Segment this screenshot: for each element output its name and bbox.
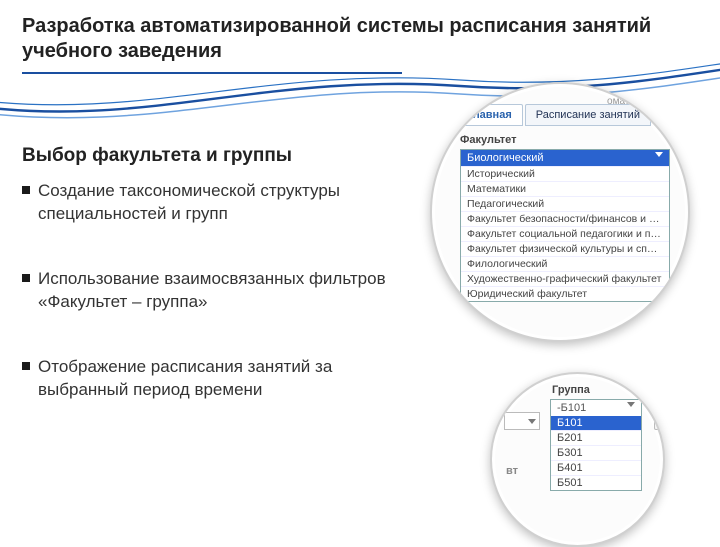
bullet-text: Создание таксономической структуры специ… [38,180,402,226]
faculty-selected: Биологический [467,152,544,164]
faculty-option[interactable]: Факультет физической культуры и спорта [461,241,669,256]
faculty-option[interactable]: Исторический [461,166,669,181]
bullet-text: Использование взаимосвязанных фильтров «… [38,268,402,314]
bullet-square-icon [22,362,30,370]
bullet-list: Создание таксономической структуры специ… [22,180,402,444]
faculty-dropdown[interactable]: Биологический Исторический Математики Пе… [460,149,670,302]
tab-schedule[interactable]: Расписание занятий [525,104,651,126]
faculty-option[interactable]: Юридический факультет [461,286,669,301]
bullet-text: Отображение расписания занятий за выбран… [38,356,402,402]
list-item: Создание таксономической структуры специ… [22,180,402,226]
list-item: Использование взаимосвязанных фильтров «… [22,268,402,314]
magnifier-faculty: оматизированная сист Главная Расписание … [430,82,690,342]
group-options[interactable]: Б201 Б301 Б401 Б501 [551,430,641,490]
faculty-option[interactable]: Педагогический [461,196,669,211]
faculty-option[interactable]: Филологический [461,256,669,271]
side-select[interactable] [504,412,540,430]
apply-button[interactable]: Прим [654,410,665,430]
chevron-down-icon [528,419,536,424]
tab-main[interactable]: Главная [456,104,523,126]
group-label: Группа [552,384,665,396]
page-title: Разработка автоматизированной системы ра… [22,14,698,64]
group-head: -Б101 [557,402,586,414]
faculty-option[interactable]: Математики [461,181,669,196]
group-option[interactable]: Б301 [551,445,641,460]
faculty-options[interactable]: Исторический Математики Педагогический Ф… [461,166,669,301]
bullet-square-icon [22,186,30,194]
chevron-down-icon [655,152,663,157]
faculty-label: Факультет [460,134,690,146]
chevron-down-icon [627,402,635,407]
title-divider [22,72,402,74]
faculty-option[interactable]: Художественно-графический факультет [461,271,669,286]
list-item: Отображение расписания занятий за выбран… [22,356,402,402]
magnifier-group: Группа -Б101 Б101 Б201 Б301 Б401 Б501 Пр… [490,372,665,547]
faculty-option[interactable]: Факультет социальной педагогики и психол… [461,226,669,241]
group-dropdown[interactable]: -Б101 Б101 Б201 Б301 Б401 Б501 [550,399,642,491]
group-option[interactable]: Б201 [551,430,641,445]
cropped-header-text: оматизированная сист [607,96,690,107]
group-selected: Б101 [551,416,641,430]
day-col-vt: вт [506,465,518,477]
bullet-square-icon [22,274,30,282]
section-subheading: Выбор факультета и группы [22,145,292,167]
group-option[interactable]: Б501 [551,475,641,490]
faculty-option[interactable]: Факультет безопасности/финансов и права [461,211,669,226]
